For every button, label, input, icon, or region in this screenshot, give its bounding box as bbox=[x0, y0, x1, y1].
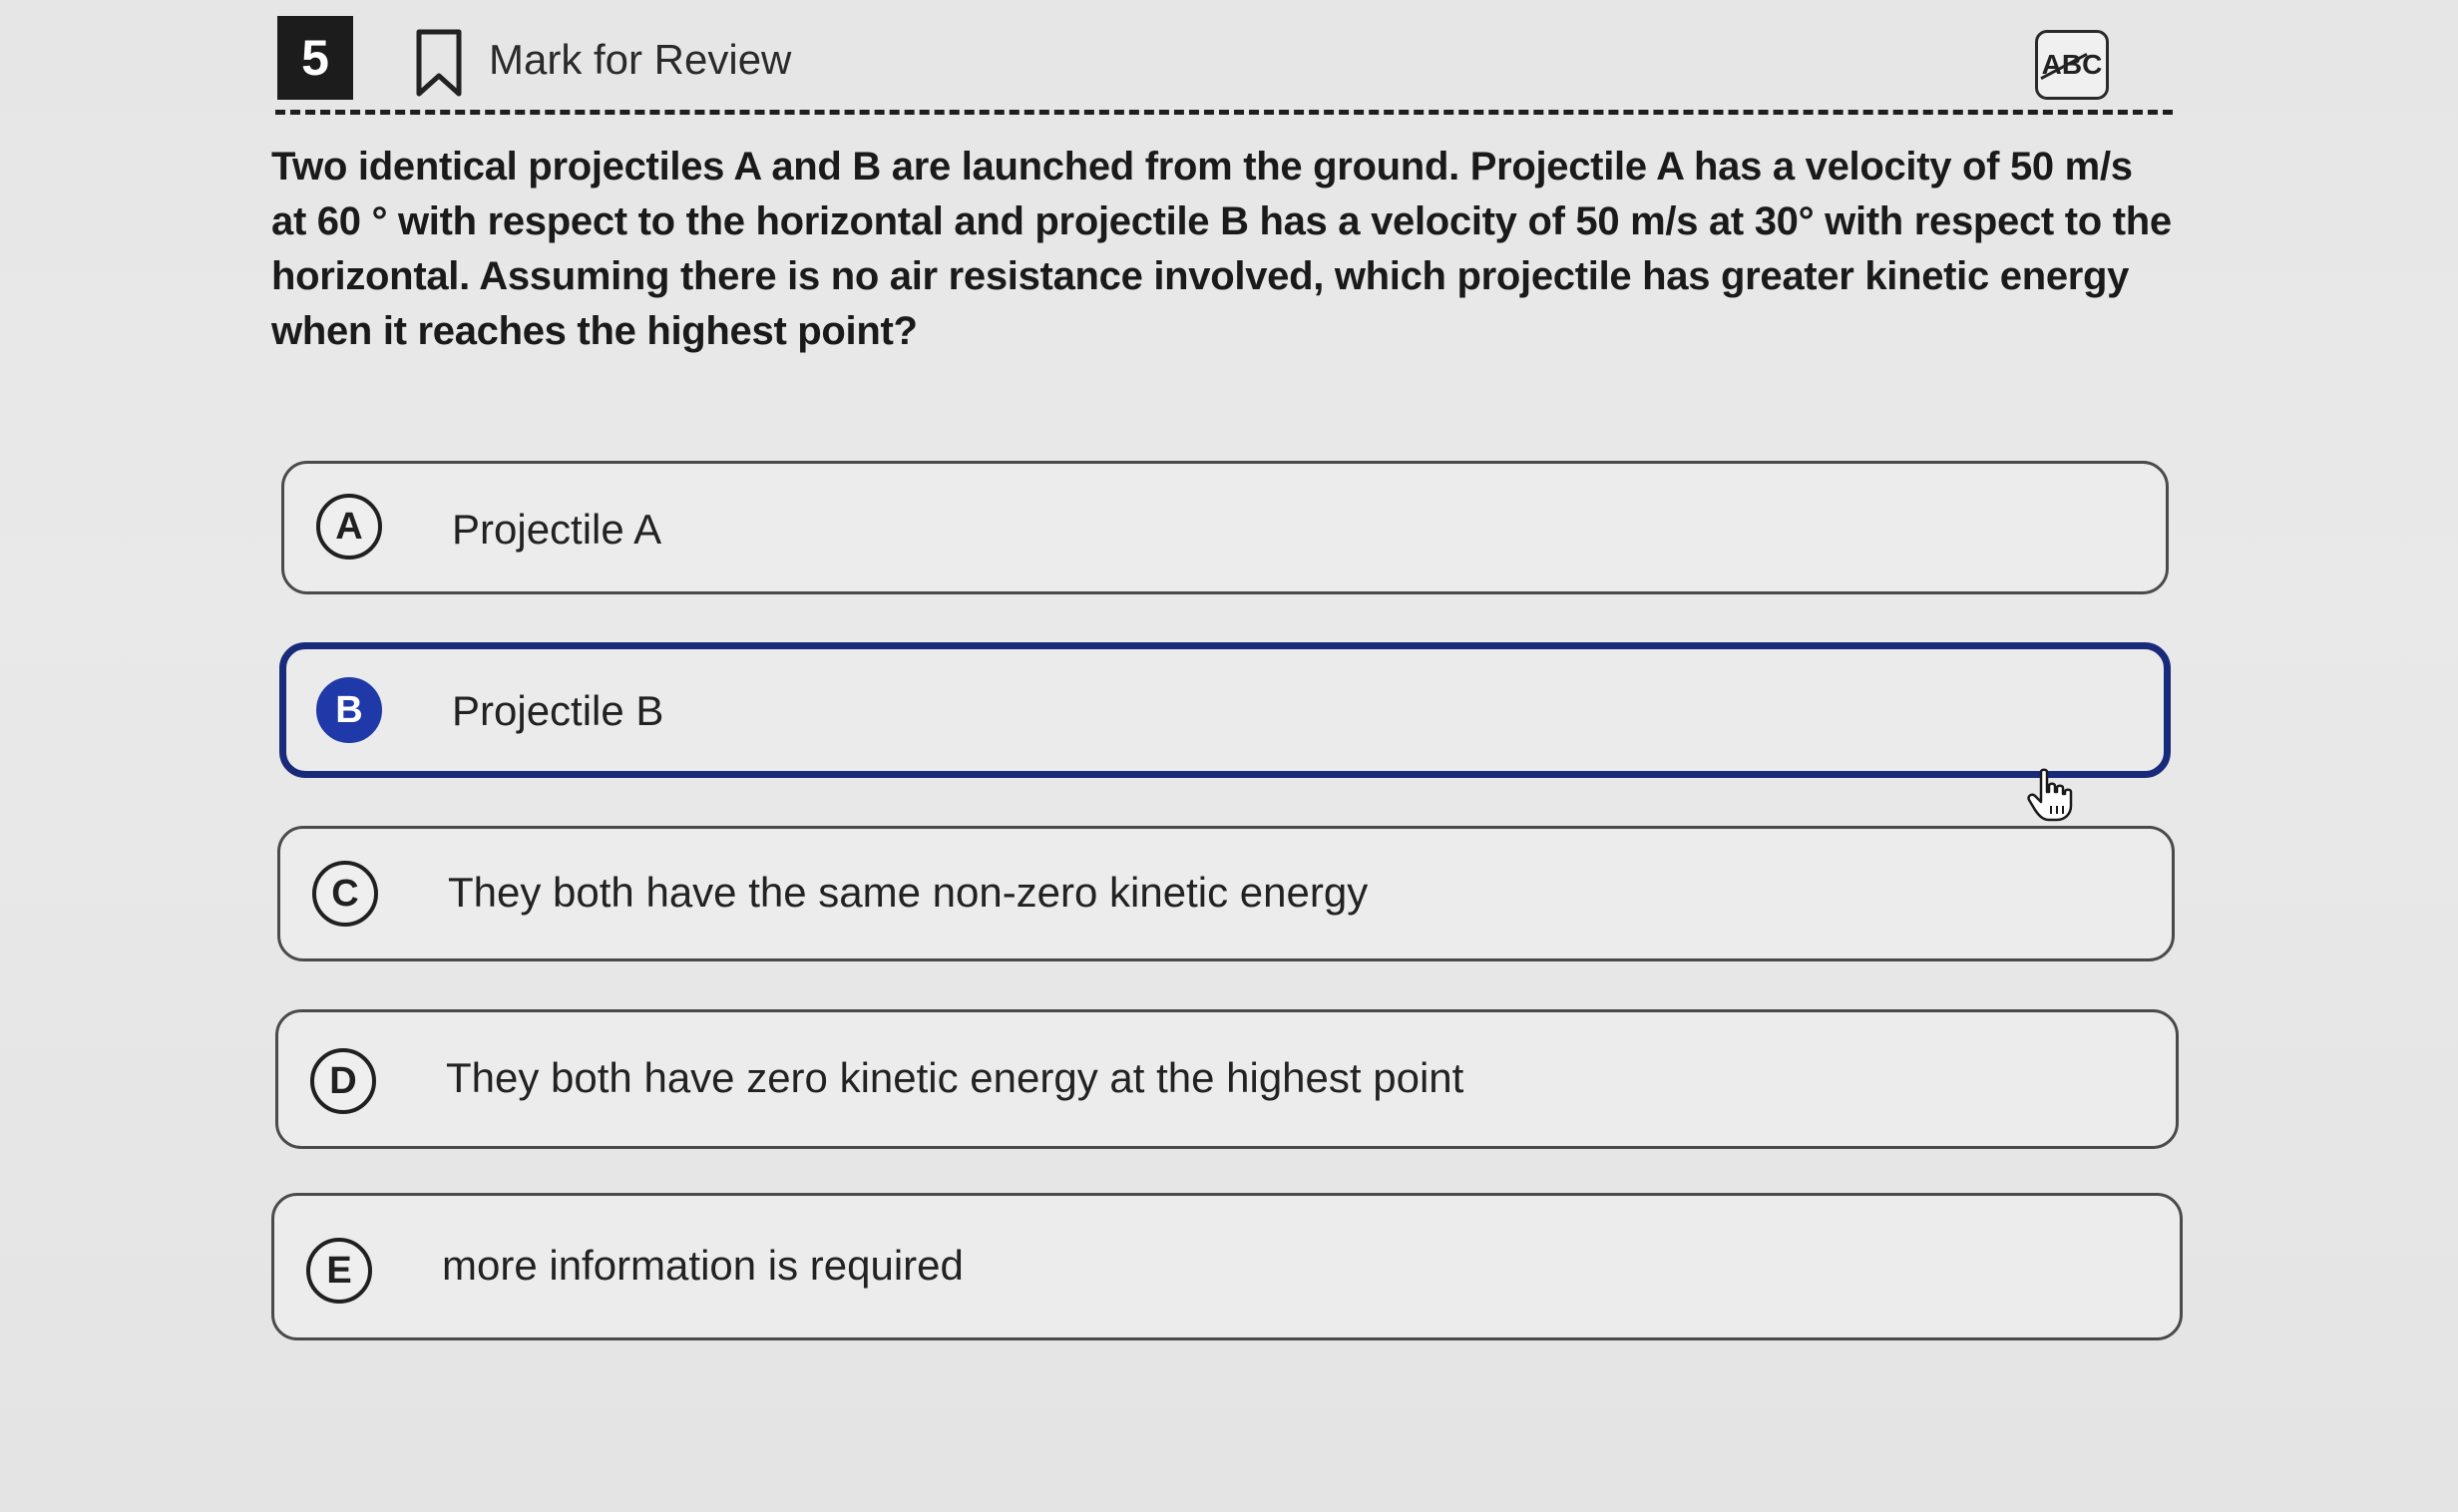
answer-choice-d[interactable]: D They both have zero kinetic energy at … bbox=[275, 1009, 2179, 1149]
strikethrough-abc-icon: ABC bbox=[2039, 49, 2103, 81]
question-text: Two identical projectiles A and B are la… bbox=[271, 145, 2172, 353]
choice-letter-c: C bbox=[312, 861, 378, 927]
choice-text-d: They both have zero kinetic energy at th… bbox=[446, 1054, 1464, 1101]
choice-text-e: more information is required bbox=[442, 1242, 964, 1289]
choice-letter-e: E bbox=[306, 1238, 372, 1304]
question-header: 5 Mark for Review ABC bbox=[275, 14, 2173, 115]
mark-for-review-button[interactable]: Mark for Review bbox=[489, 36, 791, 84]
choice-letter-b: B bbox=[316, 677, 382, 743]
answer-choice-b[interactable]: B Projectile B bbox=[279, 642, 2171, 778]
bookmark-icon[interactable] bbox=[413, 28, 465, 100]
choice-text-c: They both have the same non-zero kinetic… bbox=[448, 869, 1369, 916]
answer-choice-a[interactable]: A Projectile A bbox=[281, 461, 2169, 594]
choice-letter-d: D bbox=[310, 1048, 376, 1114]
header-divider bbox=[275, 110, 2173, 115]
choice-letter-a: A bbox=[316, 494, 382, 560]
answer-choice-c[interactable]: C They both have the same non-zero kinet… bbox=[277, 826, 2175, 961]
answer-choice-e[interactable]: E more information is required bbox=[271, 1193, 2183, 1340]
answer-eliminator-button[interactable]: ABC bbox=[2035, 30, 2109, 100]
question-number: 5 bbox=[277, 16, 353, 100]
choice-text-a: Projectile A bbox=[452, 506, 662, 553]
hand-pointer-icon bbox=[2027, 768, 2073, 822]
choice-text-b: Projectile B bbox=[452, 687, 664, 734]
